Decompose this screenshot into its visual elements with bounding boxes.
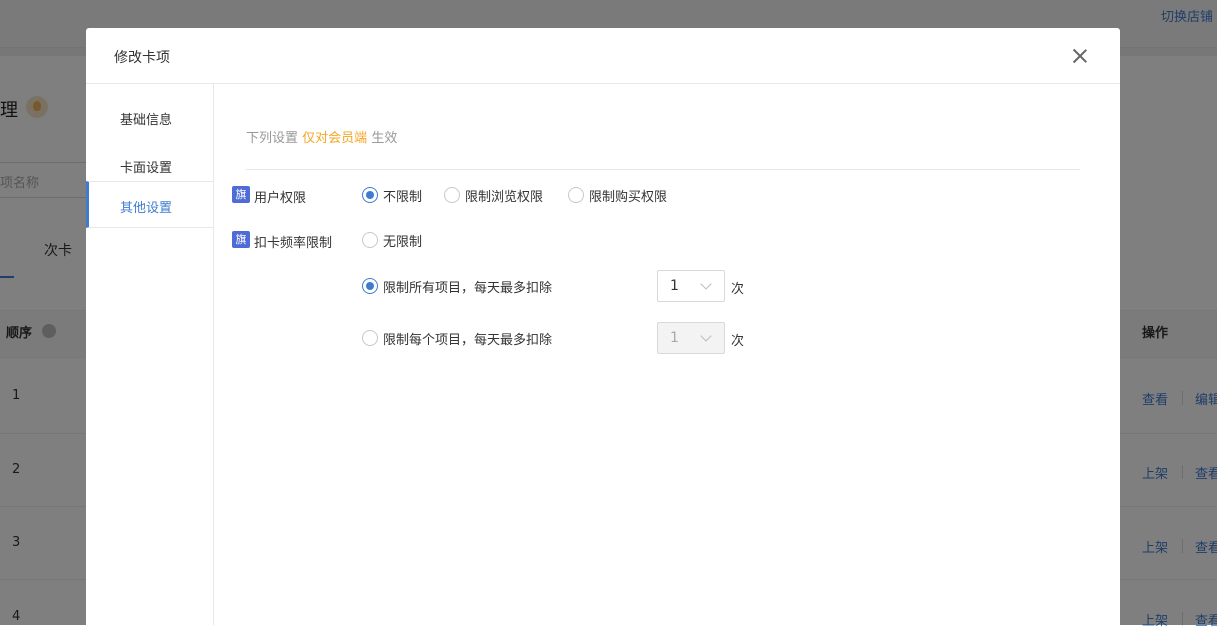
divider [246, 169, 1080, 170]
unit-label: 次 [731, 334, 745, 349]
modal-sidebar: 基础信息 卡面设置 其他设置 [86, 84, 214, 625]
select-value: 1 [670, 278, 679, 294]
settings-panel: 下列设置 仅对会员端 生效 旗 用户权限 不限制 限制浏览权限 限制购买权限 旗… [214, 84, 1120, 625]
radio-unchecked-icon [568, 187, 584, 203]
select-value: 1 [670, 330, 679, 346]
frequency-limit-label: 扣卡频率限制 [254, 236, 333, 251]
radio-label: 限制每个项目，每天最多扣除 [383, 332, 553, 348]
note-prefix: 下列设置 [246, 131, 299, 146]
sidebar-item-basic-info[interactable]: 基础信息 [86, 93, 213, 140]
flagship-badge: 旗 [232, 186, 250, 203]
radio-checked-icon [362, 187, 378, 203]
radio-no-limit[interactable]: 不限制 [362, 185, 422, 205]
radio-label: 无限制 [383, 234, 423, 250]
radio-limit-all-items[interactable]: 限制所有项目，每天最多扣除 [362, 276, 552, 296]
member-only-note: 下列设置 仅对会员端 生效 [246, 127, 397, 146]
radio-unlimited[interactable]: 无限制 [362, 230, 422, 250]
radio-unchecked-icon [362, 330, 378, 346]
radio-limit-browse[interactable]: 限制浏览权限 [444, 185, 543, 205]
sidebar-item-other-settings[interactable]: 其他设置 [86, 181, 213, 228]
modal-header: 修改卡项 [86, 28, 1120, 84]
radio-unchecked-icon [444, 187, 460, 203]
all-items-count-select[interactable]: 1 [657, 270, 725, 302]
radio-checked-icon [362, 278, 378, 294]
close-icon[interactable] [1070, 46, 1090, 66]
edit-card-modal: 修改卡项 基础信息 卡面设置 其他设置 下列设置 仅对会员端 生效 旗 用户权限… [86, 28, 1120, 625]
note-highlight: 仅对会员端 [302, 131, 368, 146]
modal-title: 修改卡项 [114, 50, 170, 66]
radio-label: 不限制 [383, 189, 423, 205]
unit-label: 次 [731, 282, 745, 297]
radio-label: 限制购买权限 [589, 189, 668, 205]
radio-limit-each-item[interactable]: 限制每个项目，每天最多扣除 [362, 328, 552, 348]
chevron-down-icon [700, 278, 712, 290]
radio-label: 限制所有项目，每天最多扣除 [383, 280, 553, 296]
radio-unchecked-icon [362, 232, 378, 248]
note-suffix: 生效 [371, 131, 398, 146]
radio-label: 限制浏览权限 [465, 189, 544, 205]
flagship-badge: 旗 [232, 231, 250, 248]
radio-limit-purchase[interactable]: 限制购买权限 [568, 185, 667, 205]
chevron-down-icon [700, 330, 712, 342]
user-permission-label: 用户权限 [254, 191, 307, 206]
each-item-count-select[interactable]: 1 [657, 322, 725, 354]
